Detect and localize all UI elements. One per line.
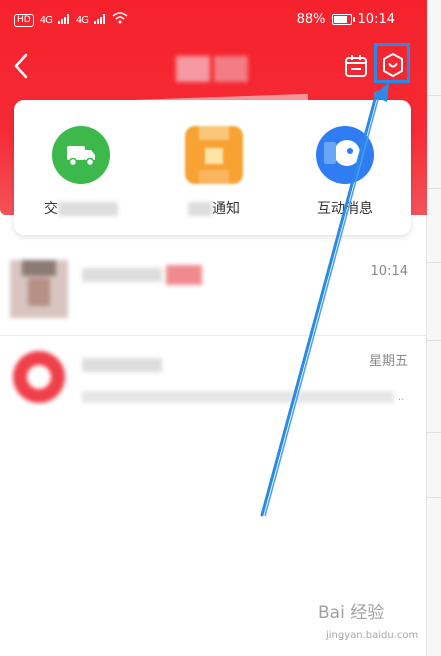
watermark-logo: Bai 经验	[318, 603, 385, 623]
watermark-url: jingyan.baidu.com	[326, 630, 419, 641]
annotation-arrow	[260, 82, 389, 517]
